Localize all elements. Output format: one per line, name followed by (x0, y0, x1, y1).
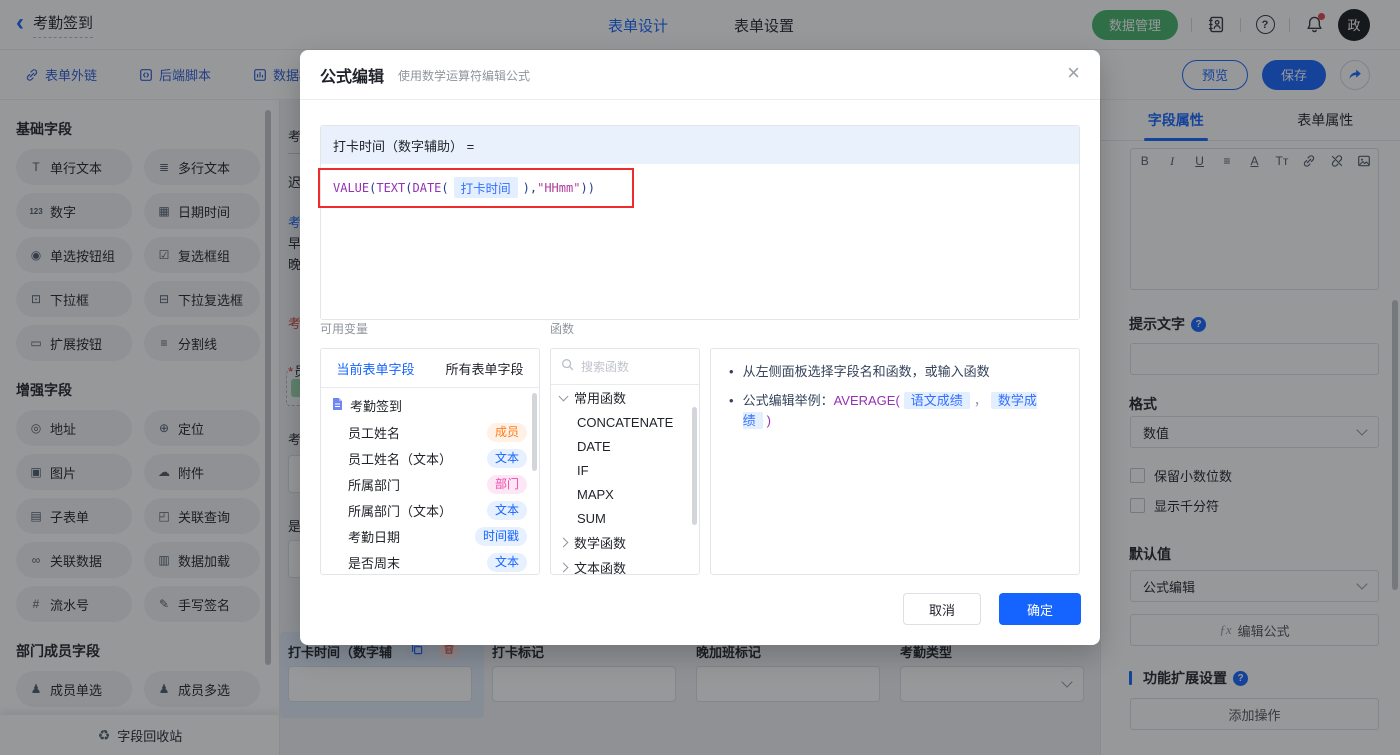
tip-line-example: • 公式编辑举例：AVERAGE(语文成绩，数学成绩) (729, 392, 1037, 429)
formula-token: )) (580, 180, 595, 195)
function-item[interactable]: MAPX (551, 482, 699, 506)
tips-panel: • 从左侧面板选择字段名和函数，或输入函数 • 公式编辑举例：AVERAGE(语… (710, 348, 1080, 575)
function-search[interactable]: 搜索函数 (551, 349, 699, 385)
variables-tab[interactable]: 所有表单字段 (430, 349, 539, 387)
search-placeholder: 搜索函数 (581, 360, 630, 374)
functions-label: 函数 (550, 322, 575, 336)
variable-row[interactable]: 所属部门 部门 (321, 471, 539, 497)
function-group-label: 数学函数 (574, 536, 627, 551)
modal-subtitle: 使用数学运算符编辑公式 (398, 69, 531, 83)
variable-name: 员工姓名 (348, 425, 401, 441)
app-root: ‹ 考勤签到 表单设计表单设置 数据管理 ? 政 表单外链后端脚本数据权限 预览… (0, 0, 1400, 755)
variables-scrollbar[interactable] (532, 393, 537, 471)
function-item[interactable]: SUM (551, 506, 699, 530)
variables-label: 可用变量 (320, 322, 369, 336)
variable-type-badge: 成员 (486, 422, 527, 442)
formula-input-area[interactable]: VALUE(TEXT(DATE(打卡时间), "HHmm")) (321, 164, 1079, 319)
variable-name: 所属部门（文本） (348, 503, 453, 519)
variable-row[interactable]: 员工姓名（文本） 文本 (321, 445, 539, 471)
modal-header: 公式编辑 使用数学运算符编辑公式 (300, 50, 1100, 100)
variables-tab[interactable]: 当前表单字段 (321, 349, 430, 387)
example-field-chip: 语文成绩 (903, 392, 970, 409)
variable-name: 是否周末 (348, 555, 401, 571)
formula-token: VALUE (333, 180, 370, 195)
variable-row[interactable]: 员工姓名 成员 (321, 419, 539, 445)
variable-type-badge: 文本 (486, 448, 527, 468)
tip-line: • 从左侧面板选择字段名和函数，或输入函数 (729, 364, 990, 379)
variable-name: 考勤日期 (348, 529, 401, 545)
function-item[interactable]: IF (551, 458, 699, 482)
function-item[interactable]: CONCATENATE (551, 410, 699, 434)
form-doc-icon (331, 397, 344, 414)
formula-field-chip[interactable]: 打卡时间 (453, 177, 518, 198)
formula-editor: 打卡时间（数字辅助） = VALUE(TEXT(DATE(打卡时间), "HHmm… (320, 125, 1080, 320)
formula-target-bar: 打卡时间（数字辅助） = (321, 126, 1079, 164)
variable-row[interactable]: 是否周末 文本 (321, 549, 539, 574)
variables-tabs: 当前表单字段 所有表单字段 (321, 349, 539, 388)
search-icon (561, 358, 574, 376)
formula-expression: VALUE(TEXT(DATE(打卡时间), "HHmm")) (321, 164, 1079, 211)
variable-type-badge: 文本 (486, 500, 527, 520)
variable-row[interactable]: 考勤日期 时间戳 (321, 523, 539, 549)
caret-icon (558, 562, 569, 573)
formula-token: ( (369, 180, 377, 195)
variable-type-badge: 时间戳 (474, 526, 527, 546)
function-item[interactable]: DATE (551, 434, 699, 458)
function-group[interactable]: 常用函数 (551, 385, 699, 410)
variable-type-badge: 文本 (486, 552, 527, 572)
confirm-button[interactable]: 确定 (999, 593, 1081, 625)
close-icon[interactable]: × (1067, 62, 1080, 84)
formula-token: TEXT (376, 180, 406, 195)
function-group[interactable]: 文本函数 (551, 555, 699, 575)
functions-scrollbar[interactable] (692, 407, 697, 525)
formula-token: ( (405, 180, 413, 195)
modal-title: 公式编辑 (320, 68, 385, 86)
cancel-button[interactable]: 取消 (903, 593, 981, 625)
caret-icon (558, 537, 569, 548)
formula-edit-modal: 公式编辑 使用数学运算符编辑公式 × 打卡时间（数字辅助） = VALUE(TE… (300, 50, 1100, 645)
caret-icon (558, 391, 569, 401)
function-group-label: 文本函数 (574, 561, 627, 575)
functions-panel: 搜索函数 常用函数 CONCATENATE DATE IF MAPX SUM 数学函数文本函… (550, 348, 700, 575)
variables-panel: 当前表单字段 所有表单字段 考勤签到 员工姓名 成员 员工姓名（文本） 文本 所属部门 部门… (320, 348, 540, 575)
formula-token: "HHmm" (537, 180, 581, 195)
formula-token: ( (441, 180, 449, 195)
function-group[interactable]: 数学函数 (551, 530, 699, 555)
formula-token: ), (522, 180, 538, 195)
form-tree-root[interactable]: 考勤签到 (321, 392, 539, 419)
variable-row[interactable]: 所属部门（文本） 文本 (321, 497, 539, 523)
function-group-label: 常用函数 (574, 391, 627, 406)
variable-name: 员工姓名（文本） (348, 451, 453, 467)
variable-type-badge: 部门 (486, 474, 527, 494)
formula-token: DATE (412, 180, 442, 195)
variable-name: 所属部门 (348, 477, 401, 493)
